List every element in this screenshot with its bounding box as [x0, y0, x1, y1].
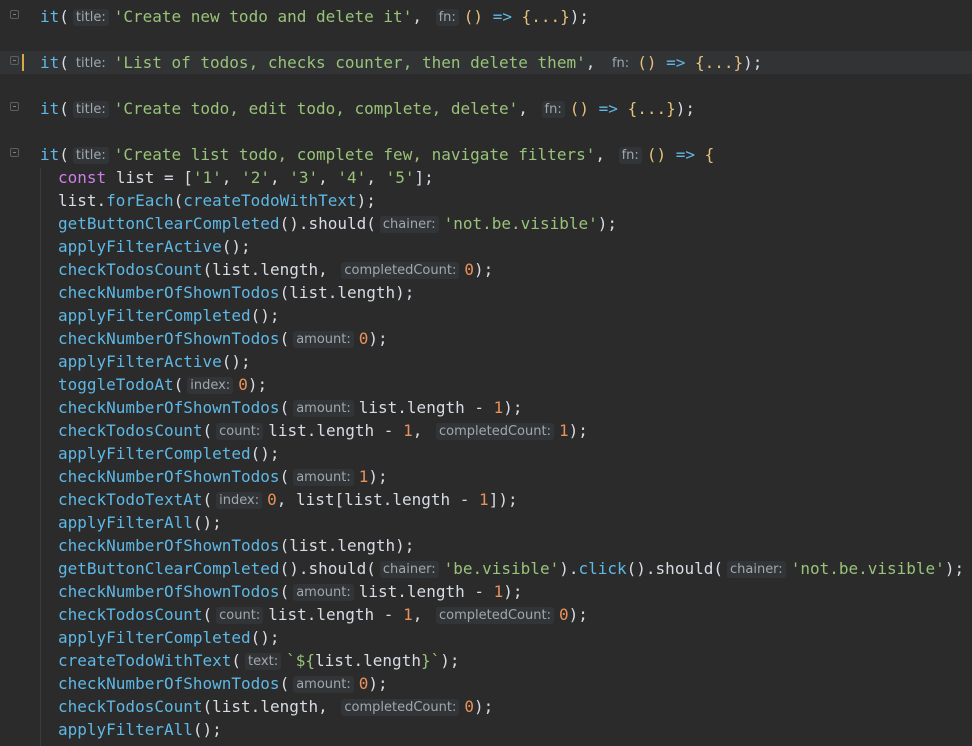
line-text: it(title: 'List of todos, checks counter,…	[40, 53, 763, 72]
param-hint: amount:	[293, 400, 354, 417]
code-line[interactable]: applyFilterCompleted();	[0, 304, 972, 327]
code-line[interactable]: applyFilterCompleted();	[0, 626, 972, 649]
code-line[interactable]: checkNumberOfShownTodos(list.length);	[0, 281, 972, 304]
line-text: checkNumberOfShownTodos(amount: 0);	[58, 674, 388, 693]
param-hint: completedCount:	[435, 423, 554, 440]
line-text: applyFilterCompleted();	[58, 444, 280, 463]
param-hint: chainer:	[379, 216, 439, 233]
line-text: checkTodosCount(count: list.length - 1, c…	[58, 605, 588, 624]
line-text: it(title: 'Create todo, edit todo, comple…	[40, 99, 695, 118]
line-text: applyFilterCompleted();	[58, 628, 280, 647]
line-text: it(title: 'Create new todo and delete it'…	[40, 7, 590, 26]
fold-icon[interactable]	[10, 148, 19, 157]
fold-icon[interactable]	[10, 102, 19, 111]
param-hint: title:	[72, 147, 109, 164]
code-line[interactable]: checkTodosCount(list.length, completedCo…	[0, 695, 972, 718]
line-text: checkNumberOfShownTodos(list.length);	[58, 536, 415, 555]
line-text: applyFilterCompleted();	[58, 306, 280, 325]
param-hint: count:	[216, 607, 264, 624]
line-text: getButtonClearCompleted().should(chainer…	[58, 214, 617, 233]
code-line[interactable]: getButtonClearCompleted().should(chainer…	[0, 212, 972, 235]
code-line[interactable]: applyFilterActive();	[0, 235, 972, 258]
text-caret	[22, 54, 24, 71]
code-line[interactable]: it(title: 'Create todo, edit todo, comple…	[0, 97, 972, 120]
param-hint: amount:	[293, 469, 354, 486]
line-text: checkNumberOfShownTodos(amount: list.leng…	[58, 398, 523, 417]
code-line[interactable]: checkNumberOfShownTodos(amount: list.leng…	[0, 396, 972, 419]
param-hint: index:	[187, 377, 234, 394]
param-hint: amount:	[293, 331, 354, 348]
code-line[interactable]: checkTodosCount(count: list.length - 1, c…	[0, 419, 972, 442]
code-line[interactable]: applyFilterAll();	[0, 718, 972, 741]
line-text: applyFilterActive();	[58, 352, 251, 371]
param-hint: fn:	[618, 147, 642, 164]
fold-icon[interactable]	[10, 10, 19, 19]
param-hint: completedCount:	[341, 262, 460, 279]
code-line[interactable]: getButtonClearCompleted().should(chainer…	[0, 557, 972, 580]
code-line[interactable]: checkNumberOfShownTodos(amount: list.leng…	[0, 580, 972, 603]
param-hint: count:	[216, 423, 264, 440]
line-text: toggleTodoAt(index: 0);	[58, 375, 268, 394]
code-line[interactable]: applyFilterActive();	[0, 350, 972, 373]
line-text: createTodoWithText(text: `${list.length}`…	[58, 651, 460, 670]
param-hint: amount:	[293, 584, 354, 601]
code-line-current[interactable]: it(title: 'List of todos, checks counter,…	[0, 51, 972, 74]
param-hint: fn:	[435, 9, 459, 26]
param-hint: index:	[216, 492, 263, 509]
line-text: checkTodoTextAt(index: 0, list[list.lengt…	[58, 490, 518, 509]
code-line[interactable]: it(title: 'Create list todo, complete few…	[0, 143, 972, 166]
code-line[interactable]: checkTodosCount(count: list.length - 1, c…	[0, 603, 972, 626]
code-line[interactable]: checkTodoTextAt(index: 0, list[list.lengt…	[0, 488, 972, 511]
code-line[interactable]: const list = ['1', '2', '3', '4', '5'];	[0, 166, 972, 189]
param-hint: completedCount:	[341, 699, 460, 716]
line-text: checkNumberOfShownTodos(amount: 0);	[58, 329, 388, 348]
line-text: it(title: 'Create list todo, complete few…	[40, 145, 715, 164]
param-hint: chainer:	[726, 561, 786, 578]
param-hint: text:	[245, 653, 282, 670]
line-text: checkTodosCount(list.length, completedCo…	[58, 697, 494, 716]
code-line[interactable]: createTodoWithText(text: `${list.length}`…	[0, 649, 972, 672]
code-line[interactable]: applyFilterAll();	[0, 511, 972, 534]
code-line[interactable]: checkNumberOfShownTodos(list.length);	[0, 534, 972, 557]
line-text: checkNumberOfShownTodos(amount: list.leng…	[58, 582, 523, 601]
line-text: checkTodosCount(list.length, completedCo…	[58, 260, 494, 279]
line-text: checkNumberOfShownTodos(list.length);	[58, 283, 415, 302]
line-text: applyFilterAll();	[58, 720, 222, 739]
param-hint: title:	[72, 101, 109, 118]
code-line[interactable]: list.forEach(createTodoWithText);	[0, 189, 972, 212]
code-line[interactable]: checkTodosCount(list.length, completedCo…	[0, 258, 972, 281]
line-text: const list = ['1', '2', '3', '4', '5'];	[58, 168, 434, 187]
code-line[interactable]: toggleTodoAt(index: 0);	[0, 373, 972, 396]
param-hint: amount:	[293, 676, 354, 693]
param-hint: chainer:	[379, 561, 439, 578]
param-hint: fn:	[541, 101, 565, 118]
code-line[interactable]: it(title: 'Create new todo and delete it'…	[0, 5, 972, 28]
param-hint: completedCount:	[435, 607, 554, 624]
code-editor[interactable]: it(title: 'Create new todo and delete it'…	[0, 0, 972, 746]
line-text: checkNumberOfShownTodos(amount: 1);	[58, 467, 388, 486]
param-hint: title:	[72, 55, 109, 72]
code-line[interactable]: checkNumberOfShownTodos(amount: 0);	[0, 672, 972, 695]
line-text: checkTodosCount(count: list.length - 1, c…	[58, 421, 588, 440]
line-text: list.forEach(createTodoWithText);	[58, 191, 376, 210]
param-hint: title:	[72, 9, 109, 26]
line-text: applyFilterAll();	[58, 513, 222, 532]
param-hint: fn:	[608, 55, 633, 72]
fold-icon[interactable]	[10, 56, 19, 65]
code-line[interactable]: checkNumberOfShownTodos(amount: 1);	[0, 465, 972, 488]
code-line[interactable]: applyFilterCompleted();	[0, 442, 972, 465]
line-text: getButtonClearCompleted().should(chainer…	[58, 559, 965, 578]
line-text: applyFilterActive();	[58, 237, 251, 256]
code-line[interactable]: checkNumberOfShownTodos(amount: 0);	[0, 327, 972, 350]
